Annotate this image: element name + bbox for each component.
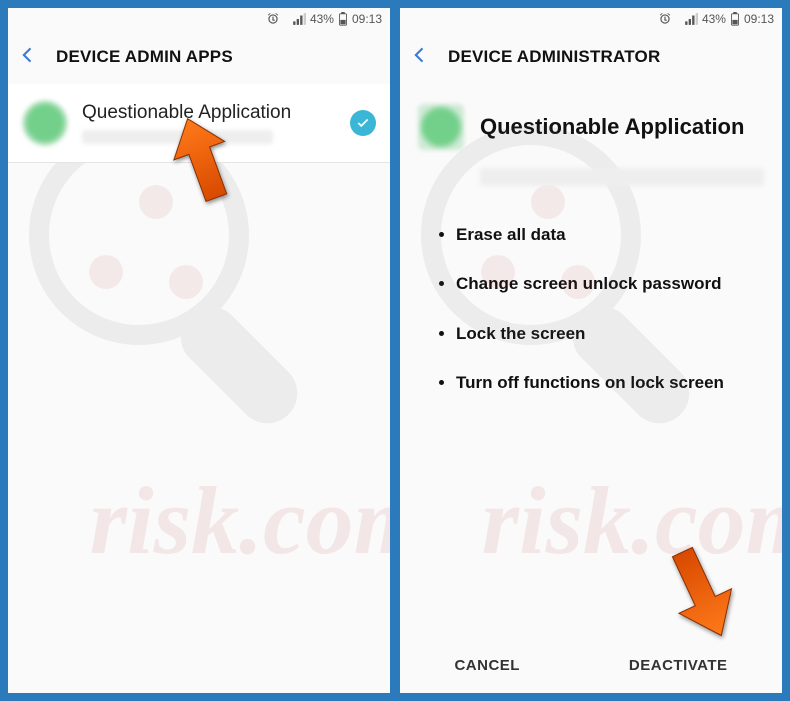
watermark-text: risk.com xyxy=(482,465,784,576)
title-bar: DEVICE ADMIN APPS xyxy=(8,30,390,84)
admin-header: Questionable Application xyxy=(400,84,782,160)
status-bar: 43% 09:13 xyxy=(400,8,782,30)
app-icon xyxy=(22,100,68,146)
watermark-text: risk.com xyxy=(90,465,392,576)
alarm-icon xyxy=(266,12,280,26)
bottom-bar: CANCEL DEACTIVATE xyxy=(400,637,782,693)
permission-item: Change screen unlock password xyxy=(456,259,762,308)
admin-app-title: Questionable Application xyxy=(480,114,744,140)
back-icon[interactable] xyxy=(18,45,38,70)
app-row-subtitle-blur xyxy=(82,130,273,144)
clock: 09:13 xyxy=(744,12,774,26)
page-title: DEVICE ADMINISTRATOR xyxy=(448,47,660,67)
permission-item: Turn off functions on lock screen xyxy=(456,358,762,407)
battery-pct: 43% xyxy=(310,12,334,26)
checkmark-icon xyxy=(350,110,376,136)
alarm-icon xyxy=(658,12,672,26)
admin-desc-blur xyxy=(480,168,764,186)
battery-pct: 43% xyxy=(702,12,726,26)
app-row-title: Questionable Application xyxy=(82,102,336,124)
signal-icon xyxy=(292,12,306,26)
phone-right: risk.com 43% 09:13 DEVICE ADMINISTRATOR xyxy=(398,6,784,695)
phone-left: risk.com 43% 09:13 DEVICE ADMIN APPS xyxy=(6,6,392,695)
status-bar: 43% 09:13 xyxy=(8,8,390,30)
page-title: DEVICE ADMIN APPS xyxy=(56,47,233,67)
clock: 09:13 xyxy=(352,12,382,26)
permission-item: Erase all data xyxy=(456,210,762,259)
admin-app-row[interactable]: Questionable Application xyxy=(8,84,390,163)
battery-icon xyxy=(730,12,740,26)
battery-icon xyxy=(338,12,348,26)
permission-item: Lock the screen xyxy=(456,309,762,358)
signal-icon xyxy=(684,12,698,26)
deactivate-button[interactable]: DEACTIVATE xyxy=(609,647,748,684)
permission-list: Erase all data Change screen unlock pass… xyxy=(400,192,782,407)
cancel-button[interactable]: CANCEL xyxy=(434,647,540,684)
title-bar: DEVICE ADMINISTRATOR xyxy=(400,30,782,84)
app-icon xyxy=(418,104,464,150)
back-icon[interactable] xyxy=(410,45,430,70)
annotation-arrow-deactivate xyxy=(662,544,740,645)
